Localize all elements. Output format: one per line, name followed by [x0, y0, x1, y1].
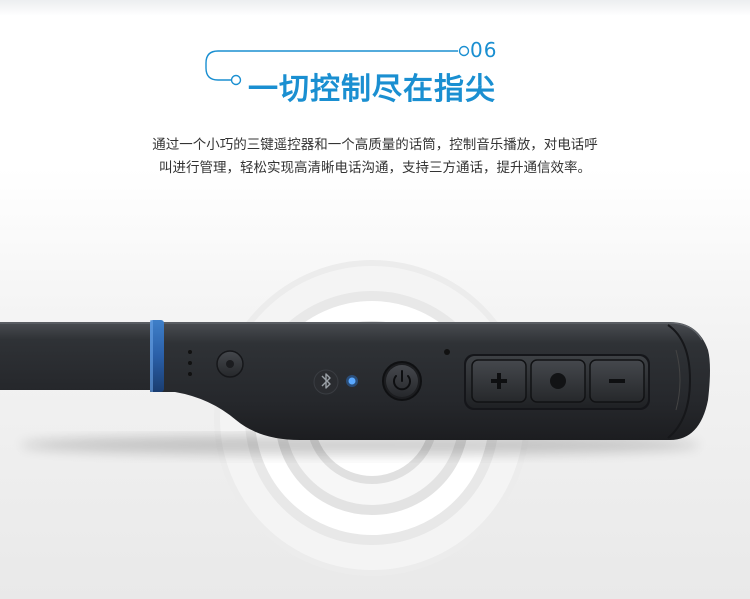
mic-hole	[188, 361, 192, 365]
led-indicator	[346, 375, 358, 387]
volume-down-button[interactable]	[589, 359, 645, 403]
earphone-control-unit	[0, 320, 710, 440]
three-key-remote	[464, 354, 650, 410]
minus-icon	[609, 379, 625, 383]
mic-hole	[188, 372, 192, 376]
bluetooth-icon	[313, 369, 339, 395]
play-pause-button[interactable]	[530, 359, 586, 403]
mic-hole	[188, 350, 192, 354]
play-pause-icon	[550, 373, 566, 389]
microphone-hole	[444, 349, 450, 355]
power-button[interactable]	[382, 361, 422, 401]
multifunction-button[interactable]	[216, 350, 244, 378]
product-scene	[0, 260, 710, 576]
volume-up-button[interactable]	[471, 359, 527, 403]
